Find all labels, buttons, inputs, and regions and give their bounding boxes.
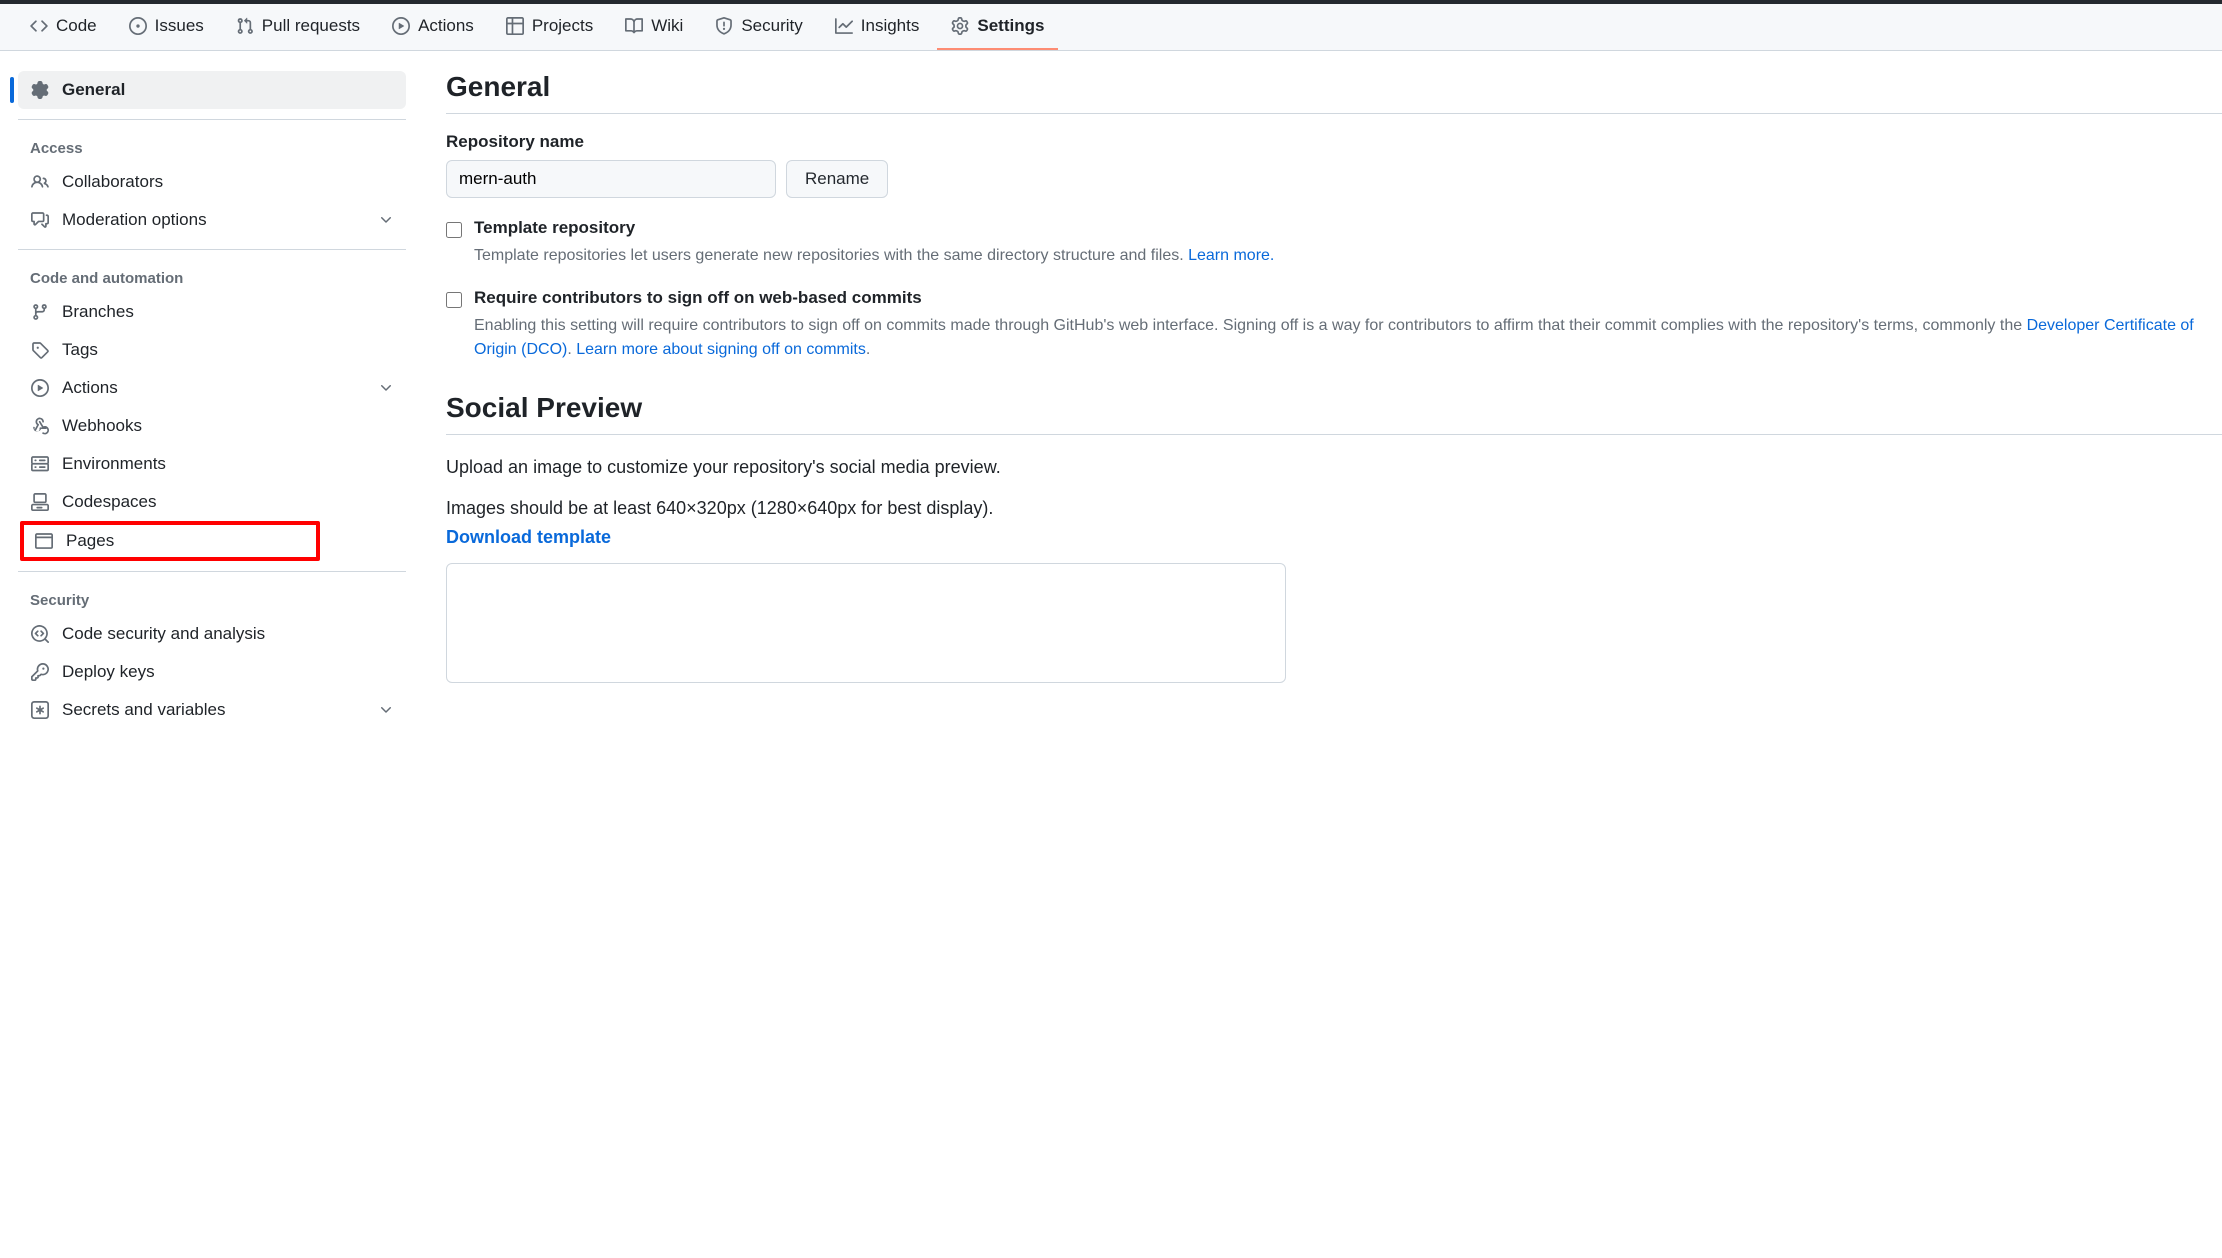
key-icon [30,663,50,681]
tab-projects[interactable]: Projects [492,4,607,50]
tab-pr-label: Pull requests [262,16,360,36]
repo-name-input[interactable] [446,160,776,198]
sidebar-item-codespaces[interactable]: Codespaces [18,483,406,521]
sidebar-item-deploy-keys[interactable]: Deploy keys [18,653,406,691]
sidebar-collaborators-label: Collaborators [62,172,163,192]
git-pull-request-icon [236,17,254,35]
sidebar-item-collaborators[interactable]: Collaborators [18,163,406,201]
repo-name-label: Repository name [446,132,2222,152]
sidebar-item-code-security[interactable]: Code security and analysis [18,615,406,653]
server-icon [30,455,50,473]
signoff-description: Enabling this setting will require contr… [474,314,2222,362]
template-repo-label: Template repository [474,218,635,238]
sidebar-branches-label: Branches [62,302,134,322]
gear-icon [951,17,969,35]
code-icon [30,17,48,35]
sidebar-item-actions[interactable]: Actions [18,369,406,407]
webhook-icon [30,417,50,435]
git-branch-icon [30,303,50,321]
chevron-down-icon [378,212,394,228]
social-preview-line2: Images should be at least 640×320px (128… [446,498,993,518]
template-repo-description: Template repositories let users generate… [474,244,2222,268]
sidebar-code-security-label: Code security and analysis [62,624,265,644]
download-template-link[interactable]: Download template [446,527,611,547]
sidebar-pages-label: Pages [66,531,114,551]
tab-code[interactable]: Code [16,4,111,50]
sidebar-general-label: General [62,80,125,100]
key-asterisk-icon [30,701,50,719]
tab-settings[interactable]: Settings [937,4,1058,50]
sidebar-moderation-label: Moderation options [62,210,207,230]
social-preview-line1: Upload an image to customize your reposi… [446,453,2222,482]
tab-actions-label: Actions [418,16,474,36]
sidebar-codespaces-label: Codespaces [62,492,157,512]
sidebar-webhooks-label: Webhooks [62,416,142,436]
social-preview-dropzone[interactable] [446,563,1286,683]
rename-button[interactable]: Rename [786,160,888,198]
tab-security[interactable]: Security [701,4,816,50]
social-preview-heading: Social Preview [446,392,2222,435]
sidebar-actions-label: Actions [62,378,118,398]
signoff-checkbox[interactable] [446,292,462,308]
tab-settings-label: Settings [977,16,1044,36]
tab-insights-label: Insights [861,16,920,36]
gear-icon [30,81,50,99]
social-preview-line-2-and-link: Images should be at least 640×320px (128… [446,494,2222,552]
chevron-down-icon [378,380,394,396]
sidebar-item-tags[interactable]: Tags [18,331,406,369]
graph-icon [835,17,853,35]
codespaces-icon [30,493,50,511]
sidebar-item-webhooks[interactable]: Webhooks [18,407,406,445]
signoff-learn-more-link[interactable]: Learn more about signing off on commits [576,341,866,358]
issue-opened-icon [129,17,147,35]
main-content: General Repository name Rename Template … [414,71,2222,729]
tab-wiki-label: Wiki [651,16,683,36]
sidebar-item-environments[interactable]: Environments [18,445,406,483]
tab-code-label: Code [56,16,97,36]
comment-discussion-icon [30,211,50,229]
template-repo-checkbox[interactable] [446,222,462,238]
sidebar-heading-access: Access [18,130,406,163]
codescan-icon [30,625,50,643]
tab-wiki[interactable]: Wiki [611,4,697,50]
people-icon [30,173,50,191]
play-icon [30,379,50,397]
tab-projects-label: Projects [532,16,593,36]
browser-icon [34,532,54,550]
book-icon [625,17,643,35]
sidebar-item-moderation[interactable]: Moderation options [18,201,406,239]
sidebar-item-secrets[interactable]: Secrets and variables [18,691,406,729]
tab-actions[interactable]: Actions [378,4,488,50]
table-icon [506,17,524,35]
sidebar-environments-label: Environments [62,454,166,474]
signoff-label: Require contributors to sign off on web-… [474,288,922,308]
general-heading: General [446,71,2222,114]
tab-security-label: Security [741,16,802,36]
sidebar-item-pages[interactable]: Pages [32,529,308,553]
sidebar-deploy-keys-label: Deploy keys [62,662,155,682]
sidebar-tags-label: Tags [62,340,98,360]
play-icon [392,17,410,35]
chevron-down-icon [378,702,394,718]
sidebar-secrets-label: Secrets and variables [62,700,225,720]
sidebar-item-branches[interactable]: Branches [18,293,406,331]
sidebar-heading-security: Security [18,582,406,615]
sidebar-item-general[interactable]: General [18,71,406,109]
template-learn-more-link[interactable]: Learn more. [1188,247,1274,264]
tab-insights[interactable]: Insights [821,4,934,50]
tab-issues-label: Issues [155,16,204,36]
highlighted-pages-item: Pages [20,521,320,561]
tag-icon [30,341,50,359]
settings-sidebar: General Access Collaborators Moderation … [10,71,414,729]
tab-issues[interactable]: Issues [115,4,218,50]
sidebar-heading-code: Code and automation [18,260,406,293]
tab-pull-requests[interactable]: Pull requests [222,4,374,50]
shield-icon [715,17,733,35]
repo-tabnav: Code Issues Pull requests Actions Projec… [0,4,2222,51]
